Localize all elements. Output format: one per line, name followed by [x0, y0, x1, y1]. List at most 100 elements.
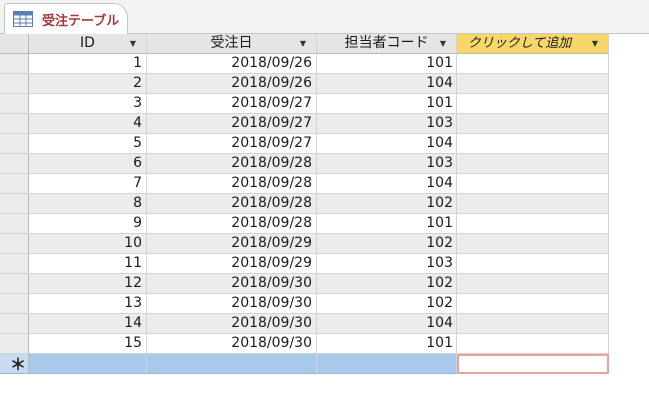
new-cell-id[interactable] [29, 354, 147, 374]
cell-id[interactable]: 2 [29, 74, 147, 94]
record-selector[interactable] [0, 194, 29, 214]
cell-staff-code[interactable]: 102 [317, 274, 457, 294]
cell-order-date[interactable]: 2018/09/27 [147, 114, 317, 134]
record-selector[interactable] [0, 114, 29, 134]
cell-id[interactable]: 13 [29, 294, 147, 314]
cell-staff-code[interactable]: 104 [317, 314, 457, 334]
column-header-add-field[interactable]: クリックして追加 ▼ [457, 34, 609, 54]
cell-add-field[interactable] [457, 294, 609, 314]
cell-staff-code[interactable]: 104 [317, 74, 457, 94]
cell-add-field[interactable] [457, 114, 609, 134]
cell-order-date[interactable]: 2018/09/29 [147, 254, 317, 274]
table-row[interactable]: 2 2018/09/26 104 [0, 74, 649, 94]
table-row[interactable]: 9 2018/09/28 101 [0, 214, 649, 234]
record-selector[interactable] [0, 314, 29, 334]
table-row[interactable]: 1 2018/09/26 101 [0, 54, 649, 74]
cell-staff-code[interactable]: 104 [317, 134, 457, 154]
cell-order-date[interactable]: 2018/09/30 [147, 274, 317, 294]
cell-staff-code[interactable]: 102 [317, 294, 457, 314]
cell-add-field[interactable] [457, 214, 609, 234]
cell-id[interactable]: 14 [29, 314, 147, 334]
record-selector[interactable] [0, 94, 29, 114]
column-header-id[interactable]: ID ▼ [29, 34, 147, 54]
new-cell-staff-code[interactable] [317, 354, 457, 374]
cell-staff-code[interactable]: 101 [317, 94, 457, 114]
new-record-selector[interactable]: ＊ [0, 354, 29, 374]
cell-order-date[interactable]: 2018/09/30 [147, 314, 317, 334]
cell-add-field[interactable] [457, 54, 609, 74]
new-cell-add-field[interactable] [457, 354, 609, 374]
cell-order-date[interactable]: 2018/09/28 [147, 194, 317, 214]
cell-id[interactable]: 6 [29, 154, 147, 174]
cell-id[interactable]: 5 [29, 134, 147, 154]
cell-order-date[interactable]: 2018/09/28 [147, 154, 317, 174]
cell-staff-code[interactable]: 101 [317, 214, 457, 234]
cell-id[interactable]: 12 [29, 274, 147, 294]
cell-order-date[interactable]: 2018/09/28 [147, 174, 317, 194]
record-selector[interactable] [0, 74, 29, 94]
cell-add-field[interactable] [457, 234, 609, 254]
table-row[interactable]: 13 2018/09/30 102 [0, 294, 649, 314]
cell-id[interactable]: 9 [29, 214, 147, 234]
cell-id[interactable]: 4 [29, 114, 147, 134]
table-row[interactable]: 7 2018/09/28 104 [0, 174, 649, 194]
cell-id[interactable]: 8 [29, 194, 147, 214]
record-selector[interactable] [0, 234, 29, 254]
cell-id[interactable]: 1 [29, 54, 147, 74]
cell-order-date[interactable]: 2018/09/26 [147, 74, 317, 94]
cell-id[interactable]: 11 [29, 254, 147, 274]
column-header-staff-code[interactable]: 担当者コード ▼ [317, 34, 457, 54]
cell-staff-code[interactable]: 102 [317, 234, 457, 254]
record-selector[interactable] [0, 134, 29, 154]
cell-add-field[interactable] [457, 314, 609, 334]
table-row[interactable]: 10 2018/09/29 102 [0, 234, 649, 254]
table-row[interactable]: 14 2018/09/30 104 [0, 314, 649, 334]
record-selector[interactable] [0, 254, 29, 274]
dropdown-icon[interactable]: ▼ [298, 38, 308, 50]
cell-staff-code[interactable]: 101 [317, 334, 457, 354]
cell-order-date[interactable]: 2018/09/28 [147, 214, 317, 234]
new-record-row[interactable]: ＊ [0, 354, 649, 374]
cell-staff-code[interactable]: 103 [317, 254, 457, 274]
dropdown-icon[interactable]: ▼ [438, 38, 448, 50]
cell-add-field[interactable] [457, 334, 609, 354]
new-cell-order-date[interactable] [147, 354, 317, 374]
record-selector[interactable] [0, 154, 29, 174]
table-row[interactable]: 4 2018/09/27 103 [0, 114, 649, 134]
table-row[interactable]: 3 2018/09/27 101 [0, 94, 649, 114]
cell-add-field[interactable] [457, 134, 609, 154]
table-row[interactable]: 5 2018/09/27 104 [0, 134, 649, 154]
cell-id[interactable]: 3 [29, 94, 147, 114]
cell-order-date[interactable]: 2018/09/27 [147, 134, 317, 154]
table-row[interactable]: 11 2018/09/29 103 [0, 254, 649, 274]
cell-add-field[interactable] [457, 94, 609, 114]
cell-add-field[interactable] [457, 254, 609, 274]
record-selector[interactable] [0, 174, 29, 194]
record-selector[interactable] [0, 334, 29, 354]
cell-id[interactable]: 10 [29, 234, 147, 254]
cell-staff-code[interactable]: 104 [317, 174, 457, 194]
cell-order-date[interactable]: 2018/09/30 [147, 294, 317, 314]
cell-add-field[interactable] [457, 74, 609, 94]
record-selector[interactable] [0, 214, 29, 234]
cell-order-date[interactable]: 2018/09/29 [147, 234, 317, 254]
cell-order-date[interactable]: 2018/09/26 [147, 54, 317, 74]
record-selector[interactable] [0, 274, 29, 294]
cell-staff-code[interactable]: 102 [317, 194, 457, 214]
cell-add-field[interactable] [457, 274, 609, 294]
table-row[interactable]: 12 2018/09/30 102 [0, 274, 649, 294]
cell-id[interactable]: 15 [29, 334, 147, 354]
cell-staff-code[interactable]: 103 [317, 154, 457, 174]
cell-add-field[interactable] [457, 194, 609, 214]
cell-add-field[interactable] [457, 154, 609, 174]
cell-order-date[interactable]: 2018/09/27 [147, 94, 317, 114]
cell-order-date[interactable]: 2018/09/30 [147, 334, 317, 354]
cell-staff-code[interactable]: 103 [317, 114, 457, 134]
table-row[interactable]: 6 2018/09/28 103 [0, 154, 649, 174]
sort-filter-icon[interactable]: ▼ [128, 38, 138, 50]
cell-staff-code[interactable]: 101 [317, 54, 457, 74]
table-row[interactable]: 8 2018/09/28 102 [0, 194, 649, 214]
record-selector[interactable] [0, 294, 29, 314]
column-header-order-date[interactable]: 受注日 ▼ [147, 34, 317, 54]
cell-add-field[interactable] [457, 174, 609, 194]
